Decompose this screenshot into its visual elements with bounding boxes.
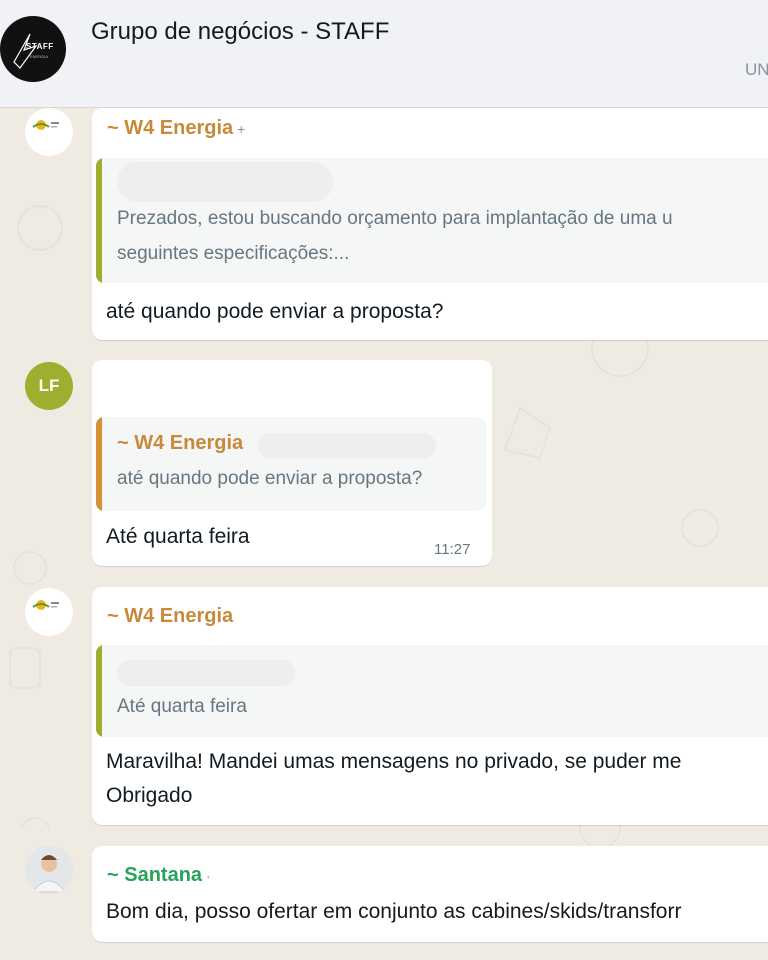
- quote-accent-bar: [96, 417, 102, 511]
- group-avatar-logo-text: STAFF: [26, 42, 54, 51]
- message-bubble[interactable]: ~ W4 Energia até quando pode enviar a pr…: [92, 360, 492, 566]
- group-avatar[interactable]: STAFF ENERGIA: [0, 16, 66, 82]
- message-bubble[interactable]: ~ Santana · Bom dia, posso ofertar em con…: [92, 846, 768, 942]
- sender-name[interactable]: ~ Santana ·: [107, 864, 211, 887]
- chat-header[interactable]: STAFF ENERGIA Grupo de negócios - STAFF …: [0, 0, 768, 108]
- quote-text-line: seguintes especificações:...: [117, 243, 350, 264]
- message-timestamp: 11:27: [434, 541, 471, 558]
- quote-text-line: Até quarta feira: [117, 696, 247, 717]
- message-text-line: Obrigado: [106, 784, 193, 807]
- quoted-message[interactable]: Até quarta feira: [96, 645, 768, 737]
- quote-accent-bar: [96, 158, 102, 283]
- blurred-content: [117, 660, 295, 686]
- sender-avatar-santana[interactable]: [25, 846, 73, 894]
- sender-name[interactable]: ~ W4 Energia: [107, 605, 233, 628]
- message-bubble[interactable]: ~ W4 Energia + Prezados, estou buscando o…: [92, 108, 768, 340]
- sender-extra-text: +: [237, 121, 246, 137]
- sender-name[interactable]: ~ W4 Energia +: [107, 117, 245, 140]
- group-participants: UN: [745, 60, 768, 79]
- avatar-initials: LF: [38, 376, 60, 395]
- message-text-line: Maravilha! Mandei umas mensagens no priv…: [106, 750, 682, 773]
- quote-text-line: Prezados, estou buscando orçamento para …: [117, 208, 673, 229]
- sender-avatar-w4[interactable]: [25, 108, 73, 156]
- w4-logo-icon: [32, 600, 59, 610]
- group-title[interactable]: Grupo de negócios - STAFF: [91, 18, 389, 46]
- sender-avatar-lf[interactable]: LF: [25, 362, 73, 410]
- w4-logo-icon: [32, 120, 59, 130]
- quoted-message[interactable]: ~ W4 Energia até quando pode enviar a pr…: [96, 417, 486, 511]
- quoted-message[interactable]: Prezados, estou buscando orçamento para …: [96, 158, 768, 283]
- sender-avatar-w4[interactable]: [25, 588, 73, 636]
- message-bubble[interactable]: ~ W4 Energia Até quarta feira Maravilha!…: [92, 587, 768, 825]
- blurred-content: [117, 162, 333, 202]
- sender-name-text: ~ W4 Energia: [107, 117, 234, 139]
- quote-author: ~ W4 Energia: [117, 432, 244, 454]
- group-avatar-logo-subtext: ENERGIA: [30, 54, 49, 59]
- message-text: até quando pode enviar a proposta?: [106, 300, 444, 323]
- sender-extra-text: ·: [206, 868, 211, 884]
- blurred-content: [258, 433, 436, 459]
- sender-name-text: ~ W4 Energia: [107, 605, 234, 627]
- quote-text-line: até quando pode enviar a proposta?: [117, 468, 423, 489]
- sender-name-text: ~ Santana: [107, 864, 203, 886]
- chat-area: ~ W4 Energia + Prezados, estou buscando o…: [0, 108, 768, 960]
- person-photo-icon: [25, 846, 73, 894]
- message-text: Bom dia, posso ofertar em conjunto as ca…: [106, 900, 682, 923]
- quote-accent-bar: [96, 645, 102, 737]
- message-text: Até quarta feira: [106, 525, 250, 548]
